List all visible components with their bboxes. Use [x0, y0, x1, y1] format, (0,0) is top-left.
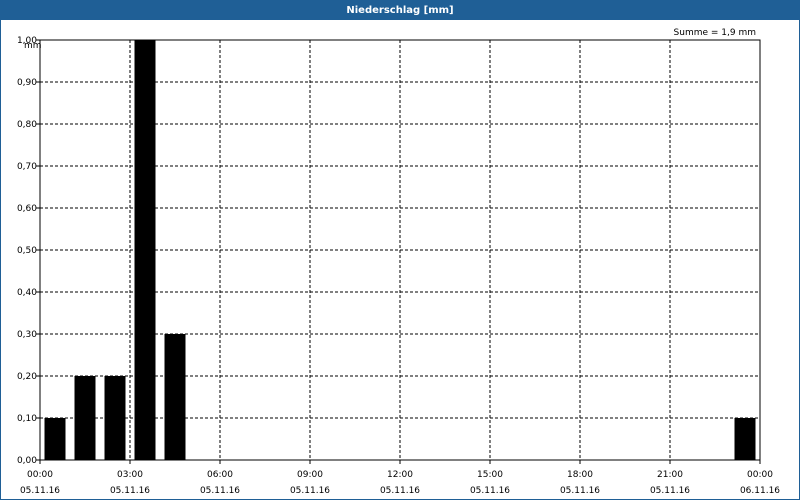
- bar: [734, 418, 756, 460]
- x-tick-time-label: 21:00: [657, 470, 683, 480]
- x-tick-date-label: 05.11.16: [560, 486, 600, 496]
- bar: [74, 376, 96, 460]
- x-tick-date-label: 06.11.16: [740, 486, 780, 496]
- x-tick-time-label: 00:00: [27, 470, 53, 480]
- y-tick-label: 0,40: [17, 288, 37, 298]
- y-tick-label: 0,00: [17, 456, 37, 466]
- x-tick-time-label: 00:00: [747, 470, 773, 480]
- x-axis-ticks: 00:00 05.11.16 03:00 05.11.16 06:00 05.11.16 0…: [20, 460, 780, 496]
- sum-label: Summe = 1,9 mm: [674, 28, 756, 38]
- y-axis-ticks: 0,00 0,10 0,20 0,30 0,40 0,50 0,60 0,70 0,80 0,90…: [17, 36, 40, 466]
- x-tick-time-label: 03:00: [117, 470, 143, 480]
- bar: [134, 40, 156, 460]
- bar: [44, 418, 66, 460]
- y-tick-label: 0,20: [17, 372, 37, 382]
- y-tick-label: 0,30: [17, 330, 37, 340]
- y-tick-label: 0,80: [17, 120, 37, 130]
- y-tick-label: 0,90: [17, 78, 37, 88]
- x-tick-date-label: 05.11.16: [380, 486, 420, 496]
- x-tick-time-label: 06:00: [207, 470, 233, 480]
- x-tick-date-label: 05.11.16: [200, 486, 240, 496]
- y-tick-label: 1,00: [17, 36, 37, 46]
- x-tick-date-label: 05.11.16: [20, 486, 60, 496]
- bar: [104, 376, 126, 460]
- x-tick-date-label: 05.11.16: [290, 486, 330, 496]
- bar: [164, 334, 186, 460]
- x-tick-time-label: 15:00: [477, 470, 503, 480]
- y-tick-label: 0,10: [17, 414, 37, 424]
- y-tick-label: 0,70: [17, 162, 37, 172]
- y-tick-label: 0,50: [17, 246, 37, 256]
- x-tick-time-label: 18:00: [567, 470, 593, 480]
- x-tick-time-label: 12:00: [387, 470, 413, 480]
- precipitation-chart: mm Summe = 1,9 mm 0,000,100,200,300,400,…: [17, 28, 780, 496]
- x-tick-date-label: 05.11.16: [470, 486, 510, 496]
- x-tick-date-label: 05.11.16: [110, 486, 150, 496]
- x-tick-time-label: 09:00: [297, 470, 323, 480]
- x-tick-date-label: 05.11.16: [650, 486, 690, 496]
- y-tick-label: 0,60: [17, 204, 37, 214]
